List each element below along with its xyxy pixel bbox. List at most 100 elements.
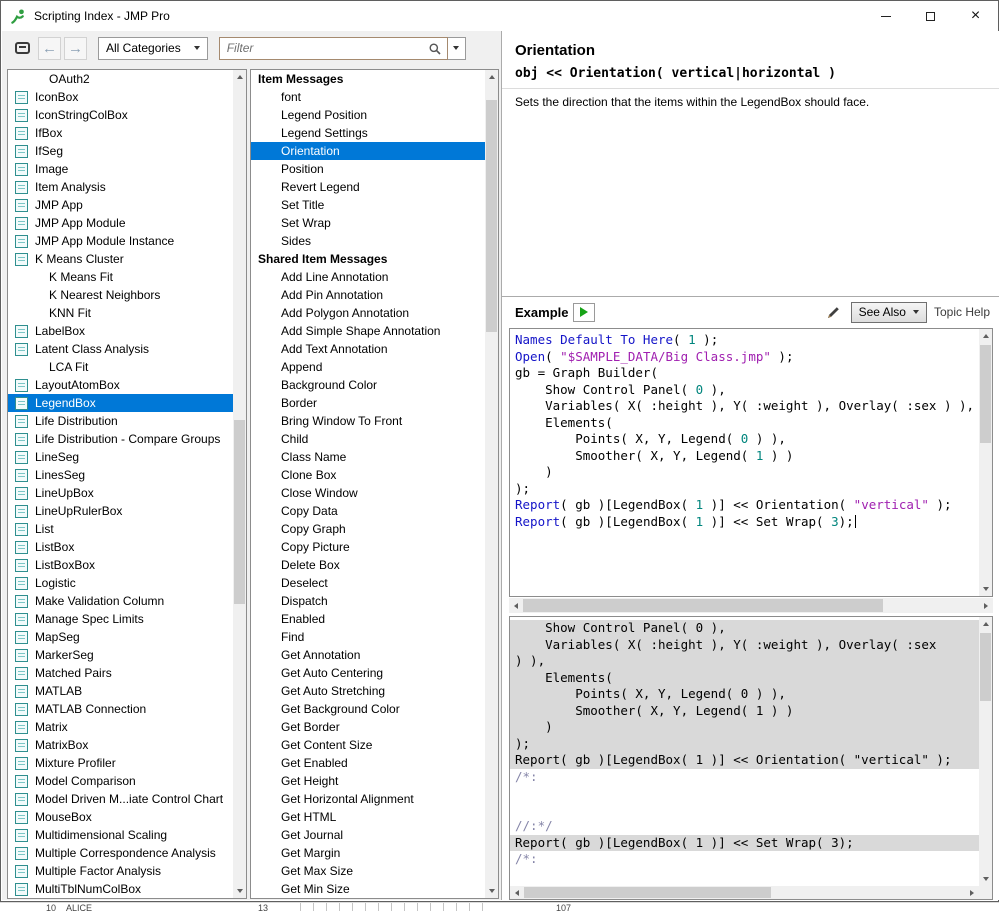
message-list-item[interactable]: Copy Picture: [251, 538, 485, 556]
open-in-script-editor-button[interactable]: [824, 302, 844, 322]
class-list-item[interactable]: MATLAB Connection: [8, 700, 233, 718]
message-list-item[interactable]: font: [251, 88, 485, 106]
class-list-item[interactable]: Mixture Profiler: [8, 754, 233, 772]
scrollbar-thumb[interactable]: [486, 100, 497, 332]
message-list-item[interactable]: Get Auto Centering: [251, 664, 485, 682]
class-list-item[interactable]: Make Validation Column: [8, 592, 233, 610]
scrollbar-track[interactable]: [523, 598, 979, 613]
message-list-item[interactable]: Add Pin Annotation: [251, 286, 485, 304]
message-list-item[interactable]: Add Polygon Annotation: [251, 304, 485, 322]
editor-scrollbar[interactable]: [979, 329, 992, 596]
scroll-right-button[interactable]: [965, 886, 979, 899]
message-list-item[interactable]: Close Window: [251, 484, 485, 502]
message-list-item[interactable]: Get Height: [251, 772, 485, 790]
message-list-item[interactable]: Get Auto Stretching: [251, 682, 485, 700]
scrollbar-thumb[interactable]: [524, 887, 771, 898]
scroll-up-button[interactable]: [233, 70, 246, 84]
class-list-item[interactable]: OAuth2: [8, 70, 233, 88]
scrollbar-thumb[interactable]: [234, 420, 245, 604]
scroll-down-button[interactable]: [233, 884, 246, 898]
class-list-item[interactable]: LineUpRulerBox: [8, 502, 233, 520]
message-list-item[interactable]: Get Annotation: [251, 646, 485, 664]
scrollbar-track[interactable]: [979, 631, 992, 872]
class-list-item[interactable]: Multidimensional Scaling: [8, 826, 233, 844]
class-list-item[interactable]: Latent Class Analysis: [8, 340, 233, 358]
class-list-item[interactable]: MATLAB: [8, 682, 233, 700]
class-list-item[interactable]: KNN Fit: [8, 304, 233, 322]
class-list-item[interactable]: Model Comparison: [8, 772, 233, 790]
scroll-right-button[interactable]: [979, 598, 993, 613]
run-example-button[interactable]: [573, 303, 595, 322]
class-list-item[interactable]: MatrixBox: [8, 736, 233, 754]
scrollbar-track[interactable]: [485, 84, 498, 884]
class-list-item[interactable]: Multiple Correspondence Analysis: [8, 844, 233, 862]
topic-help-button[interactable]: Topic Help: [934, 305, 990, 319]
class-list-item[interactable]: LegendBox: [8, 394, 233, 412]
message-list-item[interactable]: Get Journal: [251, 826, 485, 844]
see-also-dropdown[interactable]: See Also: [851, 302, 927, 323]
class-list-item[interactable]: Item Analysis: [8, 178, 233, 196]
class-list-item[interactable]: Image: [8, 160, 233, 178]
class-list-item[interactable]: LineUpBox: [8, 484, 233, 502]
filter-history-dropdown[interactable]: [448, 37, 466, 60]
class-list-item[interactable]: IfSeg: [8, 142, 233, 160]
message-list-item[interactable]: Copy Data: [251, 502, 485, 520]
class-list-item[interactable]: LCA Fit: [8, 358, 233, 376]
class-list-item[interactable]: MapSeg: [8, 628, 233, 646]
message-list-item[interactable]: Sides: [251, 232, 485, 250]
class-list-item[interactable]: Life Distribution - Compare Groups: [8, 430, 233, 448]
message-list-item[interactable]: Legend Position: [251, 106, 485, 124]
message-list-item[interactable]: Add Simple Shape Annotation: [251, 322, 485, 340]
class-list-item[interactable]: ListBoxBox: [8, 556, 233, 574]
class-list-item[interactable]: LineSeg: [8, 448, 233, 466]
message-list-item[interactable]: Delete Box: [251, 556, 485, 574]
class-list-item[interactable]: K Nearest Neighbors: [8, 286, 233, 304]
message-list-item[interactable]: Deselect: [251, 574, 485, 592]
class-list-item[interactable]: IconBox: [8, 88, 233, 106]
scrollbar-thumb[interactable]: [980, 633, 991, 701]
message-list-item[interactable]: Add Text Annotation: [251, 340, 485, 358]
message-list-item[interactable]: Background Color: [251, 376, 485, 394]
class-list-item[interactable]: K Means Cluster: [8, 250, 233, 268]
scroll-down-button[interactable]: [979, 582, 992, 596]
class-list-item[interactable]: Matched Pairs: [8, 664, 233, 682]
maximize-button[interactable]: [908, 1, 953, 31]
class-list-item[interactable]: IconStringColBox: [8, 106, 233, 124]
example-script-editor[interactable]: Names Default To Here( 1 );Open( "$SAMPL…: [509, 328, 993, 597]
class-list-item[interactable]: List: [8, 520, 233, 538]
message-list-item[interactable]: Clone Box: [251, 466, 485, 484]
class-list-item[interactable]: MouseBox: [8, 808, 233, 826]
message-list-item[interactable]: Dispatch: [251, 592, 485, 610]
scrollbar-track[interactable]: [233, 84, 246, 884]
class-list-scrollbar[interactable]: [233, 70, 246, 898]
log-scrollbar[interactable]: [979, 617, 992, 886]
message-list-item[interactable]: Border: [251, 394, 485, 412]
class-list-item[interactable]: Multiple Factor Analysis: [8, 862, 233, 880]
class-list-item[interactable]: MarkerSeg: [8, 646, 233, 664]
example-log[interactable]: Show Control Panel( 0 ), Variables( X( :…: [509, 616, 993, 900]
scroll-left-button[interactable]: [509, 598, 523, 613]
class-list-item[interactable]: K Means Fit: [8, 268, 233, 286]
scroll-down-button[interactable]: [979, 872, 992, 886]
log-h-scrollbar[interactable]: [510, 886, 979, 899]
message-list-item[interactable]: Get Min Size: [251, 880, 485, 898]
message-list-scrollbar[interactable]: [485, 70, 498, 898]
message-list-item[interactable]: Get Max Size: [251, 862, 485, 880]
message-list-item[interactable]: Get Horizontal Alignment: [251, 790, 485, 808]
message-list-item[interactable]: Position: [251, 160, 485, 178]
editor-h-scrollbar[interactable]: [509, 598, 993, 613]
message-list-item[interactable]: Append: [251, 358, 485, 376]
message-list-item[interactable]: Get Margin: [251, 844, 485, 862]
scrollbar-thumb[interactable]: [980, 345, 991, 443]
scrollbar-track[interactable]: [979, 343, 992, 582]
class-list-item[interactable]: Matrix: [8, 718, 233, 736]
class-list-item[interactable]: JMP App: [8, 196, 233, 214]
class-list-item[interactable]: ListBox: [8, 538, 233, 556]
message-list-item[interactable]: Enabled: [251, 610, 485, 628]
scroll-up-button[interactable]: [979, 617, 992, 631]
message-list-item[interactable]: Child: [251, 430, 485, 448]
class-list-item[interactable]: Model Driven M...iate Control Chart: [8, 790, 233, 808]
message-list-item[interactable]: Get HTML: [251, 808, 485, 826]
category-dropdown[interactable]: All Categories: [98, 37, 208, 60]
class-list-item[interactable]: Life Distribution: [8, 412, 233, 430]
